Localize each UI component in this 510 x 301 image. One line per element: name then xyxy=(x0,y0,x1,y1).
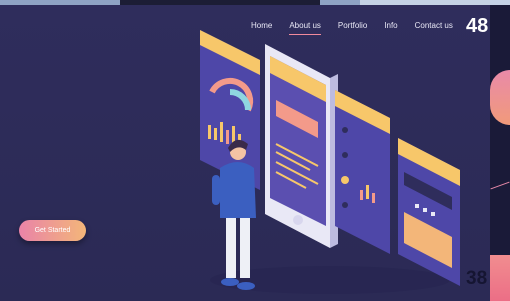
get-started-button[interactable]: Get Started xyxy=(19,220,86,241)
list-card xyxy=(335,90,390,254)
form-card xyxy=(398,138,460,286)
right-edge-panel xyxy=(490,5,510,301)
app-illustration xyxy=(200,30,460,294)
smartphone xyxy=(265,44,338,248)
page-number-bottom: 38 xyxy=(466,268,488,289)
